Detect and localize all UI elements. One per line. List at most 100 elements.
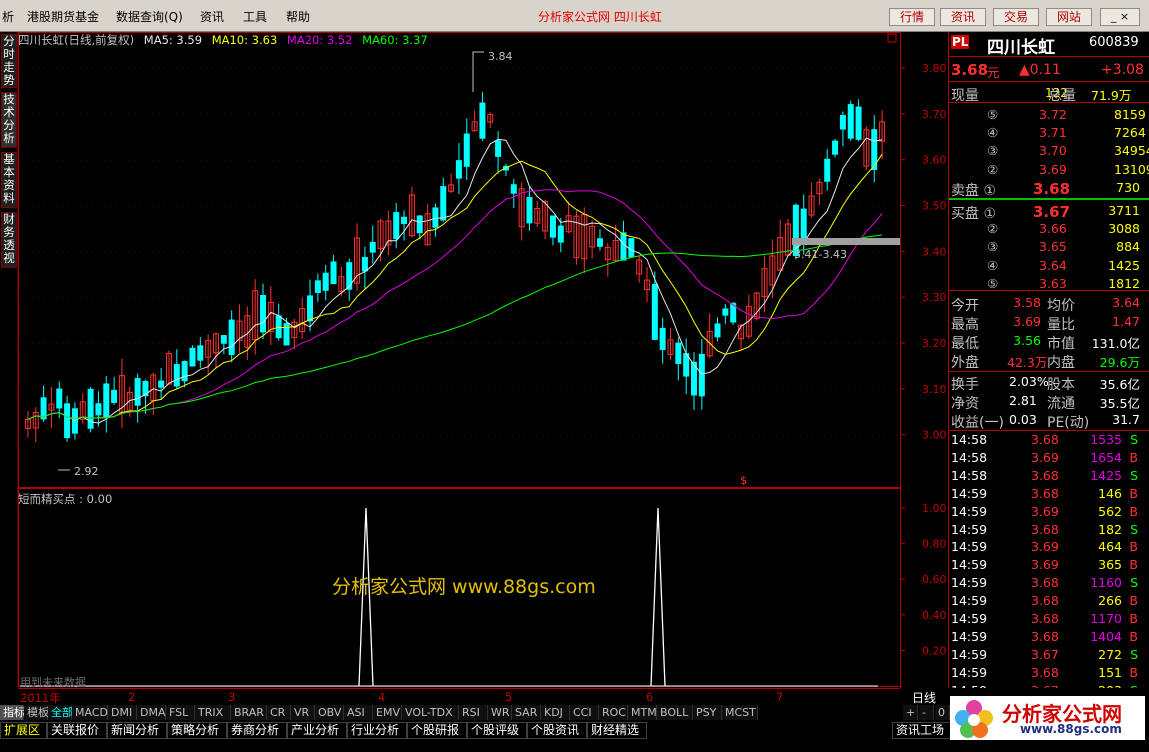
minimize-icon[interactable]: _ [1111, 10, 1117, 23]
grid-dot [662, 113, 663, 115]
indicator-tab-mtm[interactable]: MTM [628, 705, 657, 720]
sell-label: ② [987, 161, 999, 177]
indicator-tab-cr[interactable]: CR [267, 705, 291, 720]
grid-dot [212, 68, 213, 69]
indicator-tab-emv[interactable]: EMV [373, 705, 402, 720]
menu-item-analysis[interactable]: 析 [2, 8, 14, 25]
grid-dot [890, 342, 891, 344]
menu-item-info[interactable]: 资讯 [200, 8, 224, 25]
menu-item-data-query[interactable]: 数据查询(Q) [116, 8, 183, 25]
module-tab[interactable]: 行业分析 [347, 722, 407, 739]
grid-dot [890, 113, 891, 115]
grid-dot [386, 297, 387, 299]
grid-dot [278, 68, 279, 69]
grid-dot [248, 159, 249, 161]
menu-item-hk-futures[interactable]: 港股期货基金 [27, 8, 99, 25]
grid-dot [368, 251, 369, 253]
grid-dot [398, 342, 399, 344]
indicator-tab-brar[interactable]: BRAR [231, 705, 267, 720]
grid-dot [542, 251, 543, 253]
indicator-tab-全部[interactable]: 全部 [48, 705, 73, 720]
grid-dot [56, 159, 57, 161]
indicator-tab-boll[interactable]: BOLL [657, 705, 693, 720]
grid-dot [206, 68, 207, 69]
tab-fundamentals[interactable]: 基本资料 [1, 152, 17, 208]
grid-dot [590, 113, 591, 115]
grid-dot [404, 159, 405, 161]
indicator-tab-kdj[interactable]: KDJ [541, 705, 570, 720]
tab-technical[interactable]: 技术分析 [1, 92, 17, 148]
grid-dot [752, 297, 753, 299]
tick-row: 14:59 3.69 562 B [949, 503, 1149, 521]
indicator-tab-模板[interactable]: 模板 [24, 705, 49, 720]
module-tab[interactable]: 新闻分析 [107, 722, 167, 739]
menu-item-help[interactable]: 帮助 [286, 8, 310, 25]
grid-dot [170, 68, 171, 69]
zoom-control[interactable]: - [919, 705, 934, 720]
indicator-tab-wr[interactable]: WR [488, 705, 512, 720]
indicator-tab-obv[interactable]: OBV [315, 705, 344, 720]
grid-dot [842, 342, 843, 344]
grid-dot [704, 342, 705, 344]
indicator-tab-fsl[interactable]: FSL [166, 705, 195, 720]
module-tab[interactable]: 个股资讯 [527, 722, 587, 739]
indicator-tab-psy[interactable]: PSY [693, 705, 722, 720]
module-tab[interactable]: 策略分析 [167, 722, 227, 739]
close-icon[interactable]: × [1120, 10, 1129, 23]
candle-body [71, 408, 78, 434]
indicator-tab-macd[interactable]: MACD [72, 705, 108, 720]
bottom-bar: 2011年 2 3 4 5 6 7 日线 指标 模板 全部 MACD DMI DMA FSL… [0, 688, 1149, 752]
indicator-tab-roc[interactable]: ROC [599, 705, 628, 720]
indicator-tab-dma[interactable]: DMA [137, 705, 166, 720]
indicator-tab-trix[interactable]: TRIX [195, 705, 231, 720]
grid-dot [368, 434, 369, 436]
quote-button[interactable]: 行情 [889, 8, 935, 26]
indicator-tab-sar[interactable]: SAR [512, 705, 541, 720]
grid-dot [386, 159, 387, 161]
grid-dot [728, 113, 729, 115]
zoom-control[interactable]: 0 [935, 705, 950, 720]
grid-dot [560, 297, 561, 299]
window-controls[interactable]: _ × [1100, 8, 1140, 26]
indicator-tab-rsi[interactable]: RSI [459, 705, 488, 720]
grid-dot [206, 113, 207, 115]
grid-dot [122, 251, 123, 253]
grid-dot [158, 205, 159, 207]
grid-dot [590, 434, 591, 436]
sell-price: 3.72 [1039, 107, 1067, 122]
module-tab[interactable]: 扩展区 [0, 722, 47, 739]
indicator-tab-dmi[interactable]: DMI [108, 705, 137, 720]
module-tab[interactable]: 关联报价 [47, 722, 107, 739]
info-button[interactable]: 资讯 [940, 8, 986, 26]
grid-dot [38, 388, 39, 390]
buy-price: 3.63 [1039, 275, 1067, 291]
indicator-tab-cci[interactable]: CCI [570, 705, 599, 720]
module-tab[interactable]: 券商分析 [227, 722, 287, 739]
trade-button[interactable]: 交易 [993, 8, 1039, 26]
module-tab[interactable]: 产业分析 [287, 722, 347, 739]
grid-dot [812, 342, 813, 344]
grid-dot [458, 388, 459, 390]
module-tab[interactable]: 资讯工场 [892, 722, 952, 739]
sell-price: 3.70 [1039, 143, 1067, 159]
tab-intraday[interactable]: 分时走势 [1, 34, 17, 88]
grid-dot [26, 205, 27, 207]
grid-dot [572, 113, 573, 115]
grid-dot [668, 205, 669, 207]
indicator-tab-mcst[interactable]: MCST [722, 705, 758, 720]
chart-area[interactable]: 3.80 3.70 3.60 3.50 3.40 3.30 3.20 3.10 3.00 1.00… [18, 32, 948, 689]
module-tab[interactable]: 个股研报 [407, 722, 467, 739]
indicator-tab-asi[interactable]: ASI [344, 705, 373, 720]
indicator-tab-vol-tdx[interactable]: VOL-TDX [402, 705, 459, 720]
candle-body [455, 160, 462, 179]
grid-dot [782, 113, 783, 115]
website-button[interactable]: 网站 [1046, 8, 1092, 26]
grid-dot [308, 205, 309, 207]
tab-financials[interactable]: 财务透视 [1, 212, 17, 268]
zoom-control[interactable]: + [903, 705, 918, 720]
module-tab[interactable]: 财经精选 [587, 722, 647, 739]
menu-item-tools[interactable]: 工具 [243, 8, 267, 25]
indicator-tab-vr[interactable]: VR [291, 705, 315, 720]
indicator-tab-指标[interactable]: 指标 [0, 705, 25, 720]
module-tab[interactable]: 个股评级 [467, 722, 527, 739]
